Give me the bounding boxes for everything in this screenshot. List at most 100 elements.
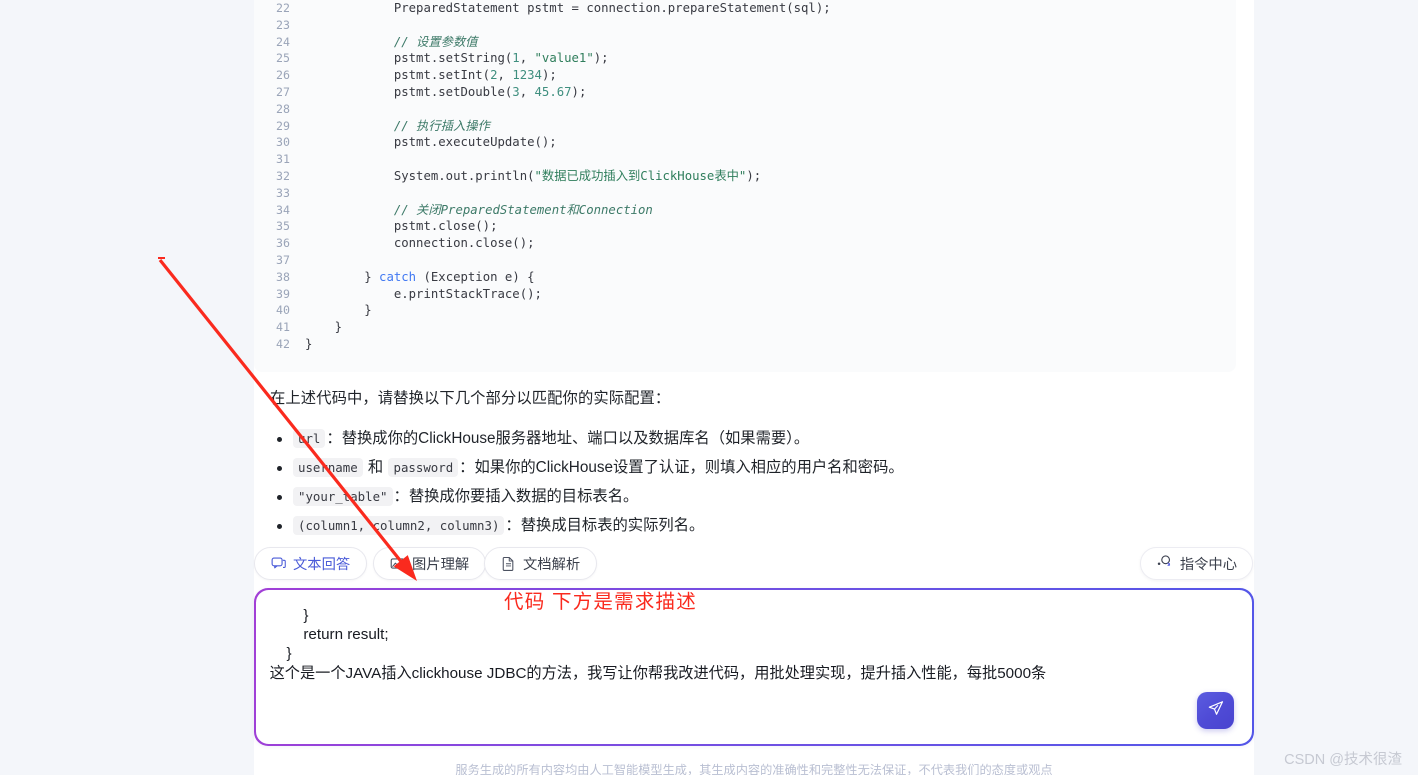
code-token: // 关闭PreparedStatement和Connection [305, 202, 653, 217]
code-line: 29 // 执行插入操作 [254, 118, 1236, 135]
code-line-number: 34 [276, 202, 290, 217]
composer-inner[interactable]: } return result; } 这个是一个JAVA插入clickhouse… [255, 589, 1253, 745]
code-token: e.printStackTrace(); [305, 286, 542, 301]
chat-bubble-icon [271, 556, 286, 571]
code-line-content: } [300, 319, 1236, 336]
code-token: "value1" [534, 51, 594, 66]
code-token: , [519, 84, 535, 99]
mode-pill-label: 文档解析 [523, 557, 581, 573]
composer-wrapper: } return result; } 这个是一个JAVA插入clickhouse… [254, 588, 1254, 746]
ai-disclaimer-text: 服务生成的所有内容均由人工智能模型生成，其生成内容的准确性和完整性无法保证，不代… [455, 763, 1053, 775]
code-line-content: e.printStackTrace(); [300, 286, 1236, 303]
code-line: 36 connection.close(); [254, 235, 1236, 252]
mode-toolbar: 文本回答 图片理解 文档解析 指令中心 [254, 547, 1254, 581]
code-line: 33 [254, 185, 1236, 202]
mode-pill-text-answer[interactable]: 文本回答 [254, 547, 368, 580]
code-line-number: 30 [276, 135, 290, 150]
code-token: pstmt.setInt( [305, 68, 491, 83]
page-root: 22 PreparedStatement pstmt = connection.… [0, 0, 1418, 775]
code-line-number: 27 [276, 84, 290, 99]
inline-code: password [388, 458, 459, 477]
code-line: 41 } [254, 319, 1236, 336]
code-line: 34 // 关闭PreparedStatement和Connection [254, 202, 1236, 219]
code-token: "数据已成功插入到ClickHouse表中" [534, 168, 747, 183]
document-icon [501, 556, 516, 571]
code-block: 22 PreparedStatement pstmt = connection.… [254, 0, 1236, 372]
code-token: // 设置参数值 [305, 34, 478, 49]
code-token: 1234 [512, 68, 542, 83]
list-item: url ：替换成你的ClickHouse服务器地址、端口以及数据库名（如果需要）。 [270, 424, 1230, 453]
code-line-content: pstmt.close(); [300, 218, 1236, 235]
code-line: 39 e.printStackTrace(); [254, 286, 1236, 303]
code-line: 31 [254, 151, 1236, 168]
code-token: 45.67 [534, 84, 572, 99]
code-line-content: pstmt.setInt(2, 1234); [300, 67, 1236, 84]
code-token: (Exception e) { [416, 269, 535, 284]
code-line: 28 [254, 101, 1236, 118]
replacement-bullet-list: url ：替换成你的ClickHouse服务器地址、端口以及数据库名（如果需要）。… [270, 424, 1230, 540]
code-line-number: 39 [276, 286, 290, 301]
code-line-content: System.out.println("数据已成功插入到ClickHouse表中… [300, 168, 1236, 185]
code-line-content: } [300, 336, 1236, 353]
mode-pill-image-understanding[interactable]: 图片理解 [373, 547, 487, 580]
code-line: 25 pstmt.setString(1, "value1"); [254, 50, 1236, 67]
code-line-content: connection.close(); [300, 235, 1236, 252]
code-line-number: 42 [276, 336, 290, 351]
code-line: 22 PreparedStatement pstmt = connection.… [254, 0, 1236, 17]
answer-intro-paragraph: 在上述代码中，请替换以下几个部分以匹配你的实际配置： [270, 390, 671, 407]
code-line-number: 25 [276, 51, 290, 66]
code-line-number: 36 [276, 236, 290, 251]
code-line-content: } catch (Exception e) { [300, 269, 1236, 286]
code-line: 24 // 设置参数值 [254, 34, 1236, 51]
mode-pill-document-parse[interactable]: 文档解析 [484, 547, 598, 580]
code-token: // 执行插入操作 [305, 118, 490, 133]
code-token: } [305, 336, 313, 351]
code-line-number: 35 [276, 219, 290, 234]
image-icon [390, 556, 405, 571]
mode-pill-label: 文本回答 [293, 557, 351, 573]
code-token: connection.close(); [305, 236, 535, 251]
send-button[interactable] [1197, 692, 1235, 730]
bullet-text: ：替换成你的ClickHouse服务器地址、端口以及数据库名（如果需要）。 [326, 430, 810, 447]
code-line: 30 pstmt.executeUpdate(); [254, 134, 1236, 151]
code-token: PreparedStatement pstmt = connection.pre… [305, 1, 831, 15]
code-token: pstmt.executeUpdate(); [305, 135, 557, 150]
inline-code: (column1, column2, column3) [293, 516, 505, 535]
code-line-content: pstmt.setString(1, "value1"); [300, 50, 1236, 67]
prompt-textarea[interactable]: } return result; } 这个是一个JAVA插入clickhouse… [270, 606, 1200, 684]
code-token: catch [379, 269, 417, 284]
code-line-content: } [300, 302, 1236, 319]
code-token: 1 [512, 51, 520, 66]
code-token: } [305, 320, 343, 335]
code-token: pstmt.setString( [305, 51, 513, 66]
code-line-number: 40 [276, 303, 290, 318]
bullet-text: ：如果你的ClickHouse设置了认证，则填入相应的用户名和密码。 [459, 459, 904, 476]
code-token: ); [541, 68, 557, 83]
code-line: 32 System.out.println("数据已成功插入到ClickHous… [254, 168, 1236, 185]
code-lines-container: 22 PreparedStatement pstmt = connection.… [254, 0, 1236, 353]
code-line: 37 [254, 252, 1236, 269]
inline-code: username [293, 458, 363, 477]
bullet-joiner: 和 [363, 459, 388, 476]
code-line-number: 26 [276, 68, 290, 83]
code-line: 26 pstmt.setInt(2, 1234); [254, 67, 1236, 84]
code-line-content: // 设置参数值 [300, 34, 1236, 51]
code-token: 3 [512, 84, 520, 99]
code-line-number: 41 [276, 320, 290, 335]
bullet-text: ：替换成目标表的实际列名。 [505, 517, 705, 534]
code-line-content: pstmt.executeUpdate(); [300, 134, 1236, 151]
code-line-number: 37 [276, 252, 290, 267]
code-token: , [519, 51, 535, 66]
command-orbit-icon [1156, 554, 1173, 573]
code-line-number: 33 [276, 185, 290, 200]
annotation-note-text: 代码 下方是需求描述 [504, 591, 697, 613]
code-line-number: 31 [276, 152, 290, 167]
code-line-number: 24 [276, 34, 290, 49]
code-line-number: 29 [276, 118, 290, 133]
code-token: , [497, 68, 513, 83]
code-line: 40 } [254, 302, 1236, 319]
command-center-label: 指令中心 [1179, 557, 1237, 573]
command-center-button[interactable]: 指令中心 [1139, 547, 1253, 580]
code-line-number: 23 [276, 17, 290, 32]
content-column: 22 PreparedStatement pstmt = connection.… [254, 0, 1254, 775]
